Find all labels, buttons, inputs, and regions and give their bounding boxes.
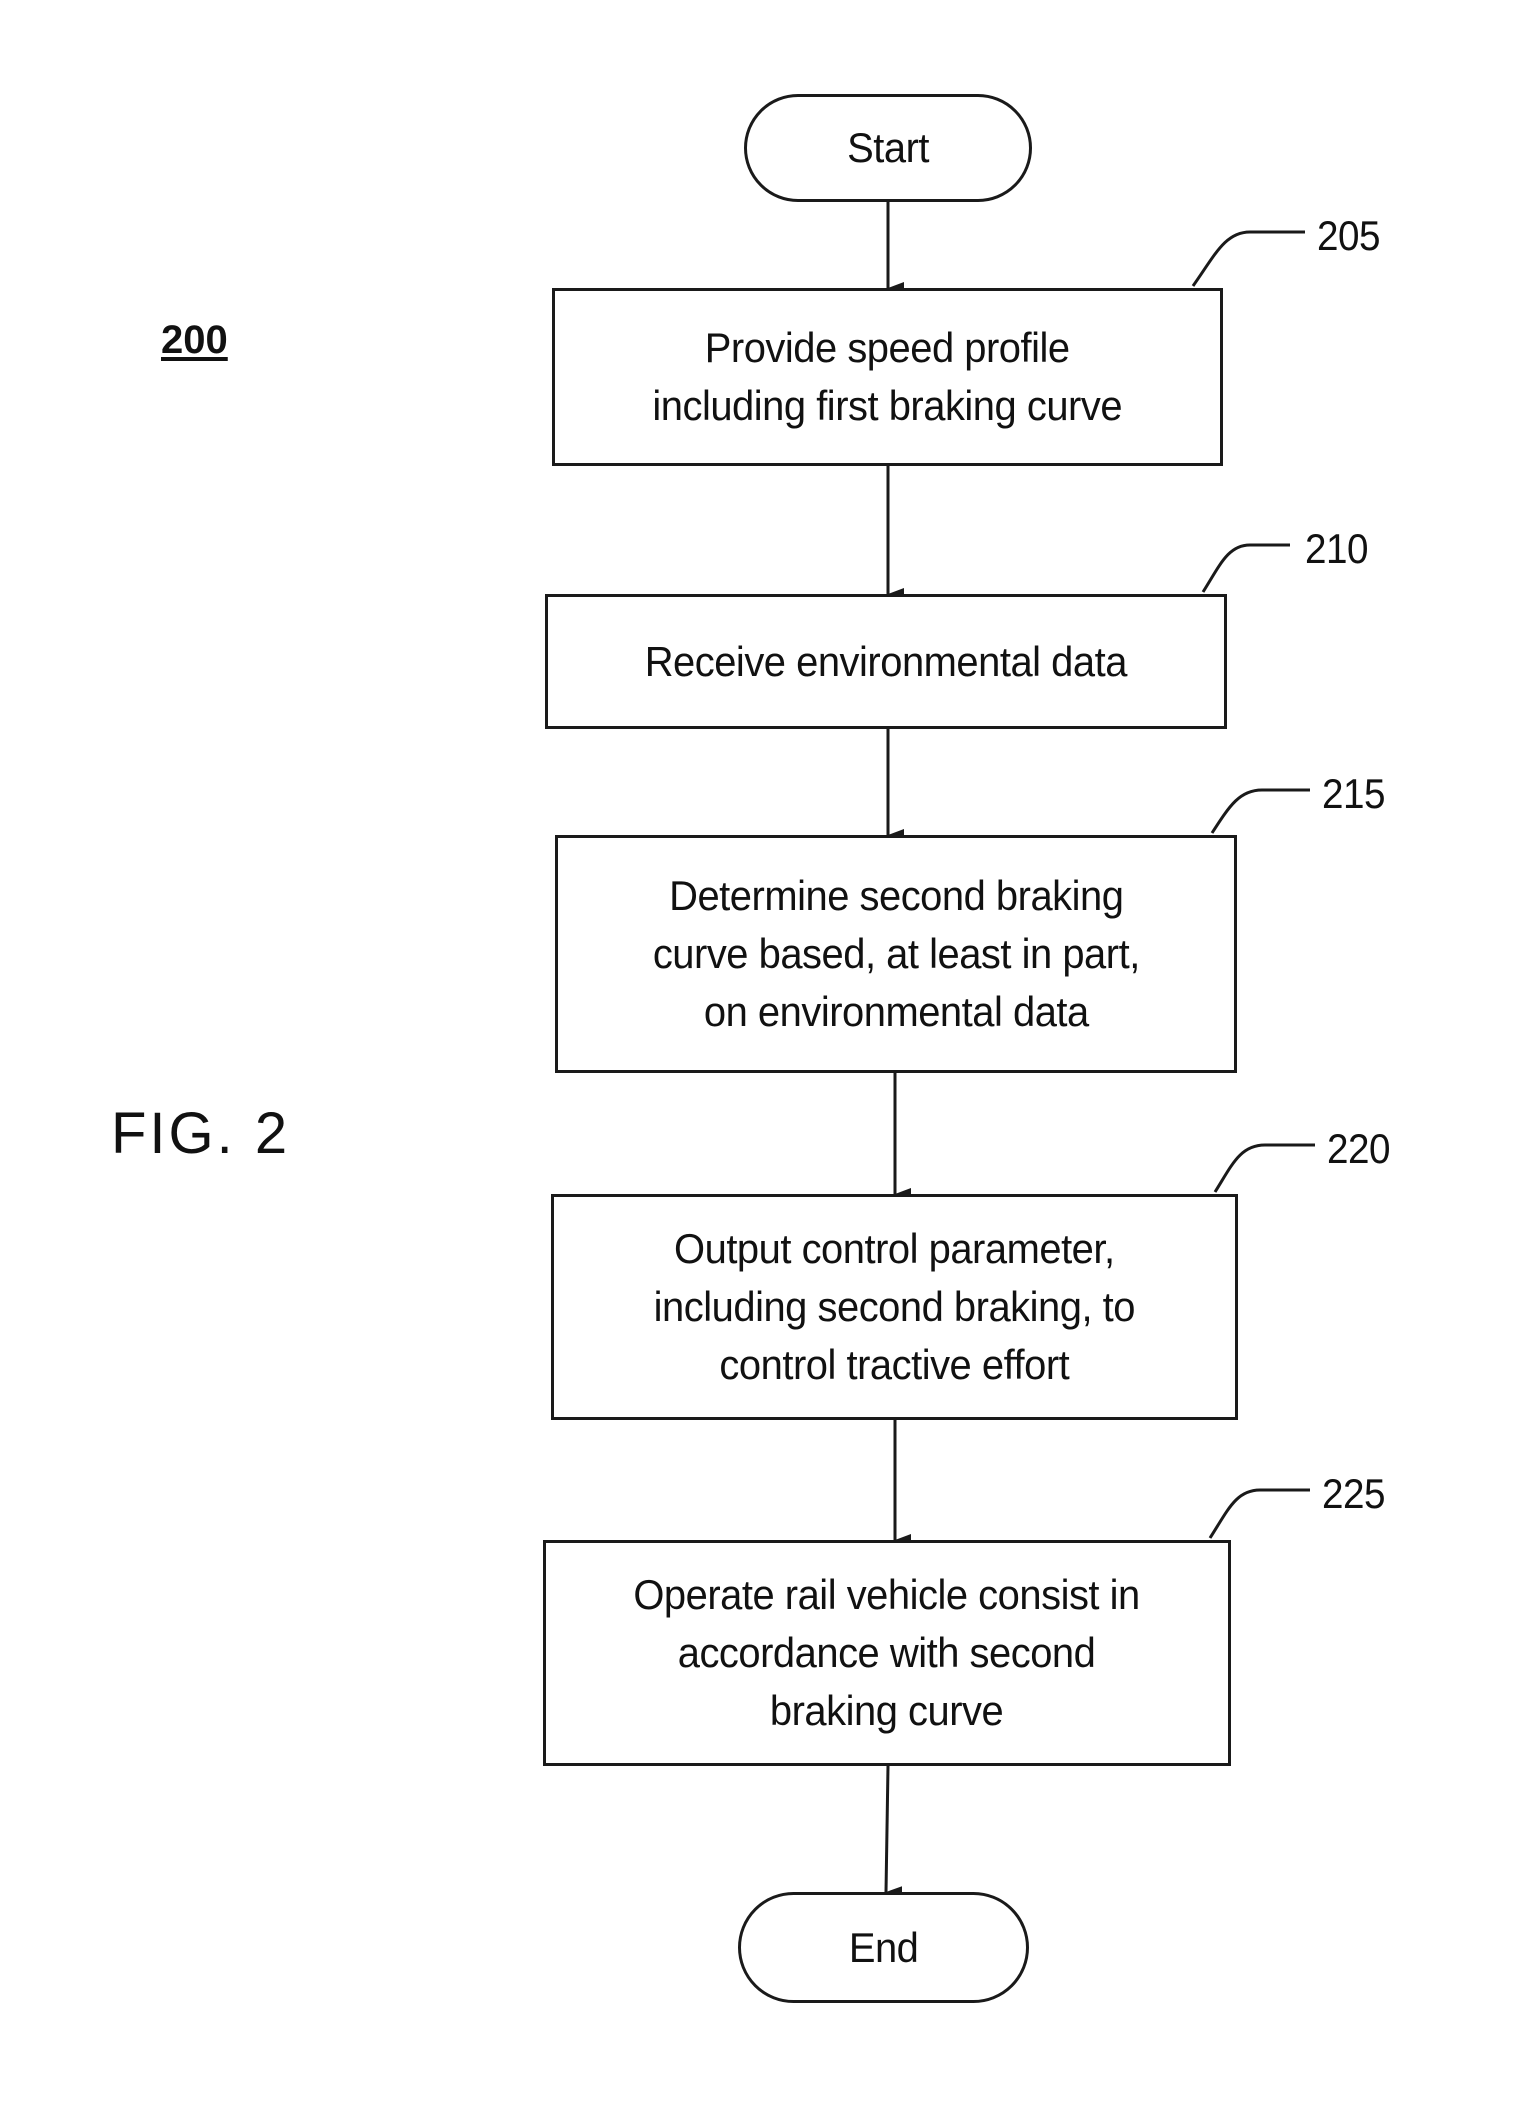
ref-label-220: 220 xyxy=(1327,1125,1391,1172)
step-220-box: Output control parameter, including seco… xyxy=(551,1194,1238,1420)
ref-label-225: 225 xyxy=(1322,1470,1386,1517)
start-terminal: Start xyxy=(744,94,1032,202)
step-215-text: Determine second braking curve based, at… xyxy=(652,872,1140,1035)
leader-line-210 xyxy=(1201,543,1290,593)
leader-line-225 xyxy=(1208,1488,1310,1539)
leader-line-205 xyxy=(1191,230,1305,287)
step-225-box: Operate rail vehicle consist in accordan… xyxy=(543,1540,1231,1766)
figure-number: 200 xyxy=(161,318,228,362)
arrow-225-to-end xyxy=(884,1765,903,1899)
figure-title: FIG. 2 xyxy=(111,1101,291,1166)
ref-label-205: 205 xyxy=(1317,212,1381,259)
step-210-text: Receive environmental data xyxy=(644,637,1128,685)
step-215-box: Determine second braking curve based, at… xyxy=(555,835,1237,1073)
leader-line-215 xyxy=(1210,788,1310,834)
step-210-box: Receive environmental data xyxy=(545,594,1227,729)
end-label: End xyxy=(848,1923,919,1971)
ref-label-215: 215 xyxy=(1322,770,1386,817)
leader-line-220 xyxy=(1213,1143,1315,1193)
ref-label-210-visible: 210 xyxy=(1305,525,1369,572)
step-225-text: Operate rail vehicle consist in accordan… xyxy=(633,1571,1141,1734)
start-label: Start xyxy=(847,124,929,171)
step-205-box: Provide speed profile including first br… xyxy=(552,288,1223,466)
step-220-text: Output control parameter, including seco… xyxy=(653,1225,1136,1388)
end-terminal: End xyxy=(738,1892,1029,2003)
step-205-text: Provide speed profile including first br… xyxy=(652,324,1123,429)
